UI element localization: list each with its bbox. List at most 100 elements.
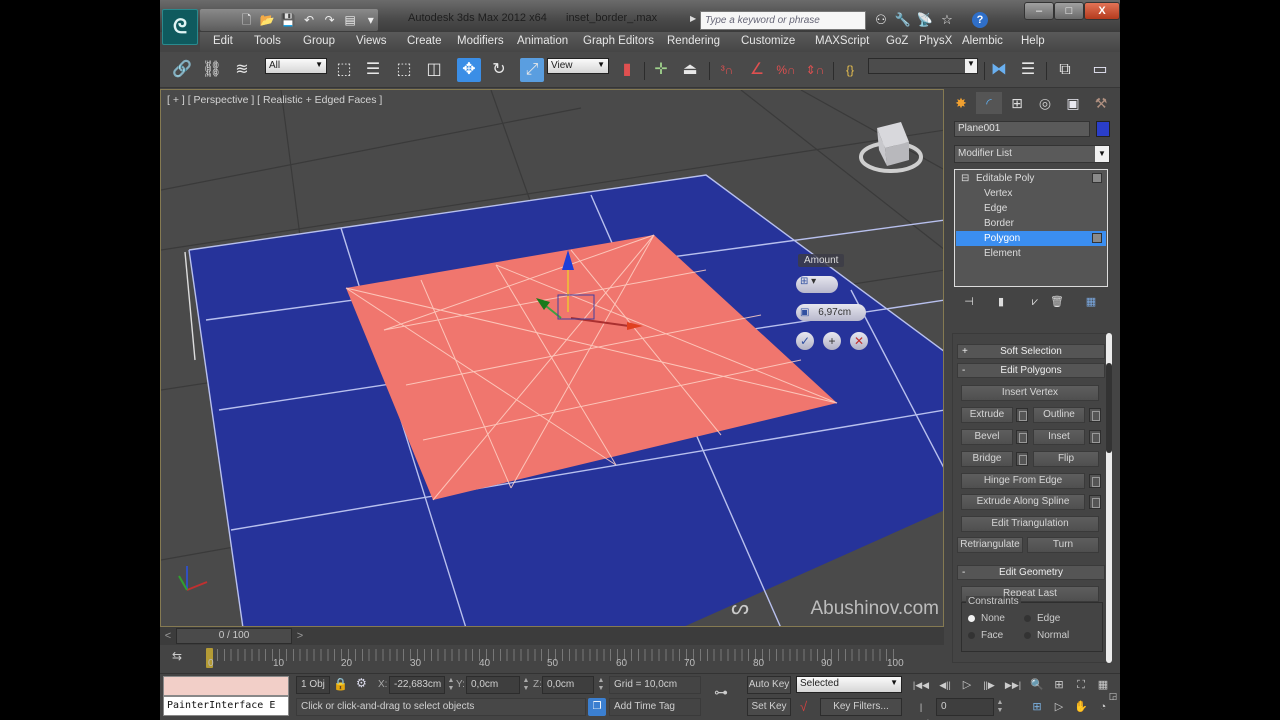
create-tab-icon[interactable]: ✸ [948,92,974,114]
turn-button[interactable]: Turn [1027,537,1099,553]
snaps-toggle-icon[interactable]: ³∩ [715,58,739,82]
bind-to-space-warp-icon[interactable]: ≋ [230,58,254,82]
align-icon[interactable]: ☰ [1016,58,1040,82]
menu-physx[interactable]: PhysX [919,35,952,47]
stack-item-polygon[interactable]: Polygon [956,231,1106,246]
modifier-list-dropdown[interactable]: Modifier List ▼ [954,145,1110,163]
previous-frame-icon[interactable]: ◀|| [936,677,954,693]
key-mode-toggle-icon[interactable]: |◀▶| [912,699,930,720]
open-file-icon[interactable]: 📂 [260,12,275,28]
go-to-end-icon[interactable]: ▶▶| [1004,677,1022,693]
trackbar[interactable]: ⇆ 0 10 20 30 40 50 60 70 80 90 100 [160,645,944,673]
key-filters-button[interactable]: Key Filters... [820,698,902,716]
modifier-toggle[interactable] [1092,173,1102,183]
select-object-icon[interactable]: ⬚ [332,58,356,82]
time-slider[interactable]: < 0 / 100 > [160,627,944,645]
constraint-none-radio[interactable]: None [968,613,1005,624]
scrollbar-thumb[interactable] [1106,363,1112,453]
show-end-result-icon[interactable]: ▮ [992,293,1010,311]
previous-frame-button[interactable]: < [160,628,176,644]
x-spinner[interactable]: ▲ ▼ [447,677,455,693]
stack-item-edge[interactable]: Edge [956,201,1106,216]
current-frame-field[interactable]: 0 [936,698,994,716]
fov-icon[interactable]: ▷ [1050,699,1068,715]
menu-rendering[interactable]: Rendering [667,35,720,47]
project-folder-icon[interactable]: ▤ [343,12,358,28]
retriangulate-button[interactable]: Retriangulate [957,537,1023,553]
flip-button[interactable]: Flip [1033,451,1099,467]
maxscript-listener-output[interactable] [163,676,289,696]
selection-filter-dropdown[interactable]: All ▼ [265,58,327,74]
viewcube[interactable] [859,122,923,173]
stack-item-element[interactable]: Element [956,246,1106,261]
inset-button[interactable]: Inset [1033,429,1085,445]
select-and-scale-icon[interactable]: ⤢ [520,58,544,82]
zoom-extents-icon[interactable]: ⛶ [1072,677,1090,693]
select-manipulate-icon[interactable]: ✛ [649,58,673,82]
caddy-cancel-button[interactable]: ✕ [850,332,868,350]
outline-settings-button[interactable] [1089,408,1101,422]
constraint-normal-radio[interactable]: Normal [1024,630,1069,641]
extrude-button[interactable]: Extrude [961,407,1013,423]
z-spinner[interactable]: ▲ ▼ [597,677,605,693]
percent-snap-icon[interactable]: %∩ [774,58,798,82]
save-icon[interactable]: 💾 [281,12,296,28]
menu-help[interactable]: Help [1021,35,1045,47]
set-key-button[interactable]: Set Key [747,698,791,716]
menu-alembic[interactable]: Alembic [962,35,1003,47]
make-unique-icon[interactable]: ⩗ [1026,293,1044,311]
rectangular-selection-icon[interactable]: ⬚ [392,58,416,82]
caddy-apply-button[interactable]: + [823,332,841,350]
inset-type-dropdown[interactable]: ▾ [811,276,816,287]
time-slider-thumb[interactable]: 0 / 100 [176,628,292,644]
undo-icon[interactable]: ↶ [302,12,317,28]
soft-selection-rollout[interactable]: + Soft Selection [957,344,1105,359]
customize-qat-icon[interactable]: ▾ [363,12,378,28]
hierarchy-tab-icon[interactable]: ⊞ [1004,92,1030,114]
menu-goz[interactable]: GoZ [886,35,908,47]
inset-settings-button[interactable] [1089,430,1101,444]
extrude-along-spline-button[interactable]: Extrude Along Spline [961,494,1085,510]
insert-vertex-button[interactable]: Insert Vertex [961,385,1099,401]
communication-center-icon[interactable]: 📡 [916,11,934,29]
select-by-name-icon[interactable]: ☰ [361,58,385,82]
extrude-settings-button[interactable] [1016,408,1028,422]
subscription-icon[interactable]: 🔧 [894,11,912,29]
y-spinner[interactable]: ▲ ▼ [522,677,530,693]
field-of-view-icon[interactable]: ⊞ [1028,699,1046,715]
edit-polygons-rollout[interactable]: - Edit Polygons [957,363,1105,378]
angle-snap-icon[interactable]: ∠ [745,58,769,82]
menu-modifiers[interactable]: Modifiers [457,35,504,47]
x-coordinate-field[interactable]: -22,683cm [389,676,445,694]
inset-amount-field[interactable]: ▣ 6,97cm [796,304,866,321]
open-mini-curve-editor-icon[interactable]: ⇆ [172,649,182,663]
bridge-settings-button[interactable] [1016,452,1028,466]
favorites-icon[interactable]: ☆ [938,11,956,29]
transform-mode-icon[interactable]: ⚙ [356,676,367,690]
bevel-settings-button[interactable] [1016,430,1028,444]
collapse-icon[interactable]: ⊟ [961,171,969,186]
go-to-start-icon[interactable]: |◀◀ [912,677,930,693]
menu-create[interactable]: Create [407,35,442,47]
maxscript-listener-input[interactable]: PainterInterface E [163,696,289,716]
close-button[interactable]: X [1084,2,1120,20]
menu-animation[interactable]: Animation [517,35,568,47]
layer-manager-icon[interactable]: ⧉ [1053,58,1077,82]
menu-maxscript[interactable]: MAXScript [815,35,869,47]
maximize-viewport-icon[interactable]: ◲ [1104,688,1120,704]
amount-value[interactable]: 6,97cm [818,307,851,318]
maximize-button[interactable]: □ [1054,2,1084,20]
object-name-field[interactable]: Plane001 [954,121,1090,137]
window-crossing-icon[interactable]: ◫ [422,58,446,82]
search-expand-icon[interactable]: ▶ [690,14,696,23]
y-coordinate-field[interactable]: 0,0cm [466,676,520,694]
edit-named-selection-icon[interactable]: {} [838,58,862,82]
z-coordinate-field[interactable]: 0,0cm [542,676,594,694]
isolate-selection-icon[interactable]: ❐ [588,698,606,716]
menu-customize[interactable]: Customize [741,35,795,47]
auto-key-button[interactable]: Auto Key [747,676,791,694]
spinner-snap-icon[interactable]: ⇕∩ [803,58,827,82]
display-tab-icon[interactable]: ▣ [1060,92,1086,114]
keyboard-shortcut-override-icon[interactable]: ⏏ [678,58,702,82]
menu-views[interactable]: Views [356,35,386,47]
